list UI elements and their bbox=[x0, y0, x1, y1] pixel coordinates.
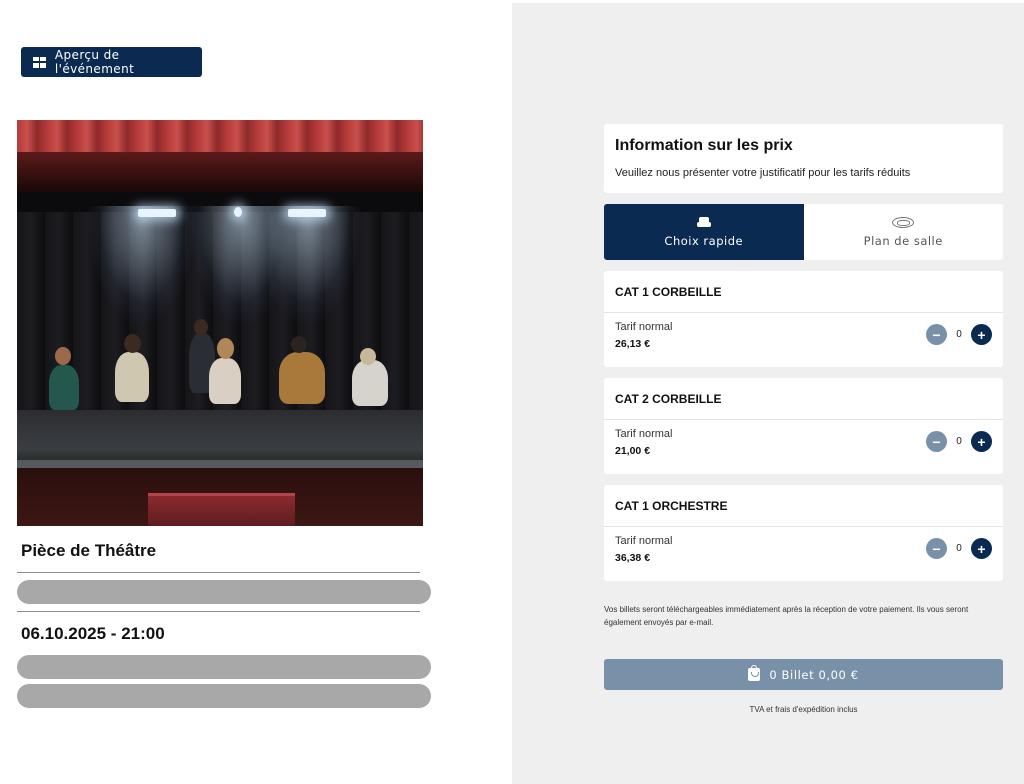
divider bbox=[17, 572, 420, 573]
tax-note: TVA et frais d'expédition inclus bbox=[749, 705, 858, 714]
tariff-price: 36,38 € bbox=[615, 552, 651, 564]
quantity-value: 0 bbox=[956, 436, 962, 447]
quantity-value: 0 bbox=[956, 329, 962, 340]
quantity-stepper: − 0 + bbox=[926, 538, 992, 559]
tab-seating-plan[interactable]: Plan de salle bbox=[803, 204, 1003, 260]
tariff-label: Tarif normal bbox=[615, 535, 673, 547]
price-info-title: Information sur les prix bbox=[615, 137, 793, 154]
checkout-button[interactable]: 0 Billet 0,00 € bbox=[604, 659, 1003, 690]
category-card: CAT 2 CORBEILLE Tarif normal 21,00 € − 0… bbox=[604, 378, 1003, 474]
decrease-button[interactable]: − bbox=[926, 538, 947, 559]
price-info-subtitle: Veuillez nous présenter votre justificat… bbox=[615, 167, 911, 179]
increase-button[interactable]: + bbox=[971, 431, 992, 452]
event-panel: Aperçu de l'événement Pièce de Théâtre 0… bbox=[0, 0, 512, 784]
tab-label: Plan de salle bbox=[863, 233, 943, 248]
increase-button[interactable]: + bbox=[971, 538, 992, 559]
category-card: CAT 1 CORBEILLE Tarif normal 26,13 € − 0… bbox=[604, 271, 1003, 367]
tab-quick-choice[interactable]: Choix rapide bbox=[604, 204, 804, 260]
placeholder-bar bbox=[17, 580, 431, 604]
delivery-notice: Vos billets seront téléchargeables imméd… bbox=[604, 605, 969, 627]
event-preview-label: Aperçu de l'événement bbox=[54, 48, 135, 76]
event-image bbox=[17, 120, 423, 526]
quantity-stepper: − 0 + bbox=[926, 431, 992, 452]
event-title: Pièce de Théâtre bbox=[21, 541, 157, 560]
placeholder-bar bbox=[17, 684, 431, 708]
ticket-panel: Information sur les prix Veuillez nous p… bbox=[512, 3, 1024, 784]
decrease-button[interactable]: − bbox=[926, 324, 947, 345]
decrease-button[interactable]: − bbox=[926, 431, 947, 452]
event-datetime: 06.10.2025 - 21:00 bbox=[21, 624, 165, 643]
price-info-card: Information sur les prix Veuillez nous p… bbox=[604, 124, 1003, 193]
increase-button[interactable]: + bbox=[971, 324, 992, 345]
event-preview-button[interactable]: Aperçu de l'événement bbox=[21, 47, 202, 77]
grid-icon bbox=[33, 56, 46, 68]
category-name: CAT 1 ORCHESTRE bbox=[604, 485, 1003, 527]
checkout-label: 0 Billet 0,00 € bbox=[769, 667, 859, 682]
tab-label: Choix rapide bbox=[664, 233, 744, 248]
category-card: CAT 1 ORCHESTRE Tarif normal 36,38 € − 0… bbox=[604, 485, 1003, 581]
quantity-value: 0 bbox=[956, 543, 962, 554]
category-name: CAT 2 CORBEILLE bbox=[604, 378, 1003, 420]
seat-icon bbox=[696, 216, 711, 228]
divider bbox=[17, 611, 420, 612]
tariff-price: 26,13 € bbox=[615, 338, 651, 350]
tariff-label: Tarif normal bbox=[615, 321, 673, 333]
view-tabs: Choix rapide Plan de salle bbox=[604, 204, 1003, 260]
tariff-label: Tarif normal bbox=[615, 428, 673, 440]
category-name: CAT 1 CORBEILLE bbox=[604, 271, 1003, 313]
placeholder-bar bbox=[17, 655, 431, 679]
quantity-stepper: − 0 + bbox=[926, 324, 992, 345]
tariff-price: 21,00 € bbox=[615, 445, 651, 457]
seating-plan-icon bbox=[892, 216, 915, 228]
shopping-bag-icon bbox=[748, 665, 761, 681]
